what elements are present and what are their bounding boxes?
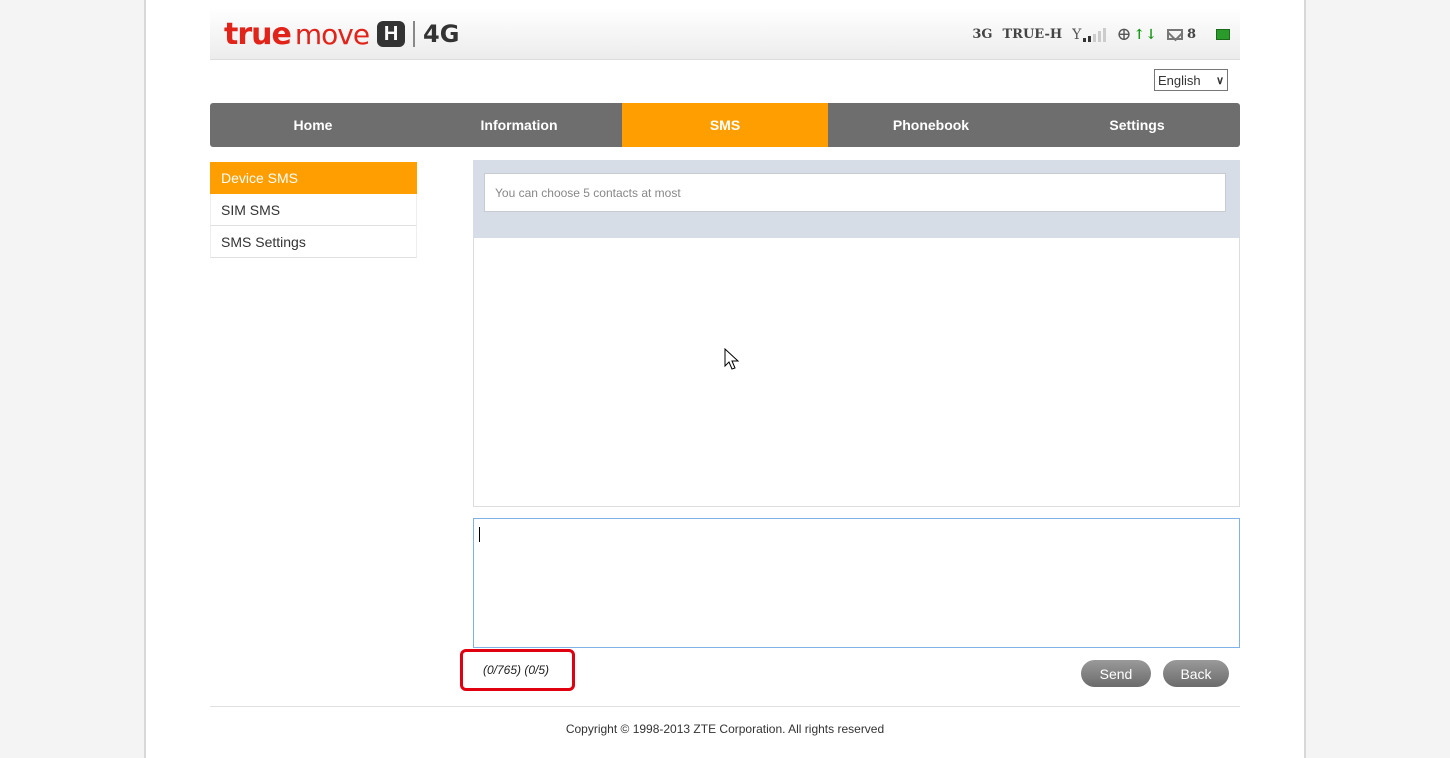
footer-divider: [210, 706, 1240, 707]
mail-icon: [1166, 29, 1183, 40]
main-nav: Home Information SMS Phonebook Settings: [210, 103, 1240, 147]
sidebar-item-device-sms[interactable]: Device SMS: [210, 162, 417, 194]
header-bar: true move H 4G 3G TRUE-H Y ⊕ ↑↓ 8: [210, 8, 1240, 60]
back-button[interactable]: Back: [1163, 660, 1229, 687]
truemove-logo: true move H 4G: [224, 16, 460, 52]
mouse-pointer-icon: [724, 348, 740, 370]
network-type-label: 3G: [972, 27, 993, 42]
page-gutter-right: [1304, 0, 1450, 758]
sidebar-item-sms-settings[interactable]: SMS Settings: [210, 226, 417, 258]
message-history-area: [473, 238, 1240, 507]
nav-home[interactable]: Home: [210, 103, 416, 147]
nav-sms[interactable]: SMS: [622, 103, 828, 147]
sms-indicator[interactable]: 8: [1166, 27, 1196, 42]
language-select[interactable]: English ∨: [1154, 69, 1228, 91]
data-transfer-icon: ↑↓: [1133, 26, 1157, 43]
nav-information[interactable]: Information: [416, 103, 622, 147]
nav-phonebook[interactable]: Phonebook: [828, 103, 1034, 147]
message-textarea[interactable]: [473, 518, 1240, 648]
character-counter: (0/765) (0/5): [483, 663, 550, 677]
status-area: 3G TRUE-H Y ⊕ ↑↓ 8: [972, 24, 1230, 45]
copyright-text: Copyright © 1998-2013 ZTE Corporation. A…: [565, 722, 885, 736]
logo-separator: [413, 21, 416, 47]
page-gutter-left: [0, 0, 146, 758]
signal-strength-icon: Y: [1072, 27, 1107, 42]
text-caret: [479, 527, 480, 542]
sidebar: Device SMS SIM SMS SMS Settings: [210, 162, 417, 258]
logo-true-text: true: [224, 16, 292, 52]
operator-label: TRUE-H: [1002, 27, 1063, 42]
recipients-input[interactable]: You can choose 5 contacts at most: [484, 173, 1226, 212]
logo-h-badge: H: [377, 21, 406, 47]
language-selected: English: [1158, 72, 1201, 88]
sidebar-item-sim-sms[interactable]: SIM SMS: [210, 194, 417, 226]
globe-icon: ⊕: [1116, 24, 1132, 45]
sim-card-icon: [1216, 29, 1230, 40]
logo-move-text: move: [294, 17, 370, 51]
send-button[interactable]: Send: [1081, 660, 1151, 687]
logo-4g-text: 4G: [423, 20, 460, 48]
recipients-panel: You can choose 5 contacts at most: [473, 160, 1240, 238]
chevron-down-icon: ∨: [1215, 74, 1224, 87]
nav-settings[interactable]: Settings: [1034, 103, 1240, 147]
sms-count: 8: [1186, 27, 1196, 42]
